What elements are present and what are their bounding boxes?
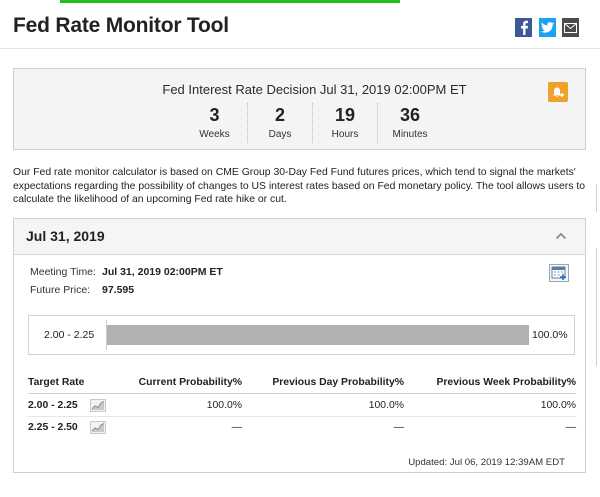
target-rate-cell: 2.00 - 2.25 <box>28 398 138 412</box>
updated-timestamp: Updated: Jul 06, 2019 12:39AM EDT <box>408 457 565 468</box>
scroll-edge <box>596 248 600 366</box>
header-divider <box>0 48 600 49</box>
countdown-days: 2 Days <box>247 103 312 143</box>
countdown-label: Days <box>268 129 292 140</box>
meeting-date-heading: Jul 31, 2019 <box>26 228 105 244</box>
current-probability-cell: 100.0% <box>206 399 242 411</box>
trend-chart-icon[interactable] <box>90 398 106 412</box>
email-share-button[interactable] <box>562 18 579 37</box>
previous-day-probability-cell: 100.0% <box>368 399 404 411</box>
bar-track <box>107 325 529 345</box>
future-price-label: Future Price: <box>30 284 91 296</box>
countdown-weeks: 3 Weeks <box>182 103 247 143</box>
target-rate-value: 2.25 - 2.50 <box>28 422 78 433</box>
probability-bar <box>107 325 529 345</box>
future-price-row: Future Price: 97.595 <box>30 284 134 296</box>
chevron-up-icon[interactable] <box>555 231 567 241</box>
tool-description: Our Fed rate monitor calculator is based… <box>13 167 585 206</box>
header-previous-week-probability: Previous Week Probability% <box>436 377 576 388</box>
countdown-value: 19 <box>334 105 356 125</box>
current-probability-cell: — <box>231 422 242 433</box>
table-row: 2.00 - 2.25 100.0% 100.0% 100.0% <box>28 394 576 416</box>
meeting-panel: Jul 31, 2019 Meeting Time: Jul 31, 2019 0… <box>13 218 586 473</box>
countdown-minutes: 36 Minutes <box>377 103 442 143</box>
trend-chart-icon[interactable] <box>90 421 106 434</box>
twitter-share-button[interactable] <box>539 18 556 37</box>
future-price-value: 97.595 <box>102 284 135 296</box>
previous-week-probability-cell: — <box>565 422 576 433</box>
meeting-time-label: Meeting Time: <box>30 266 96 278</box>
bell-plus-icon <box>552 87 564 97</box>
previous-day-probability-cell: — <box>393 422 404 433</box>
previous-week-probability-cell: 100.0% <box>540 399 576 411</box>
twitter-icon <box>541 22 554 33</box>
countdown-hours: 19 Hours <box>312 103 377 143</box>
meeting-panel-header[interactable]: Jul 31, 2019 <box>14 219 585 255</box>
facebook-share-button[interactable] <box>515 18 532 37</box>
countdown-label: Hours <box>331 129 359 140</box>
countdown-label: Minutes <box>392 129 428 140</box>
scroll-edge <box>596 184 600 212</box>
bar-range-label: 2.00 - 2.25 <box>44 329 95 341</box>
page-title: Fed Rate Monitor Tool <box>13 14 229 37</box>
header-current-probability: Current Probability% <box>138 377 242 388</box>
facebook-icon <box>520 20 528 35</box>
email-icon <box>564 22 577 33</box>
countdown-panel: Fed Interest Rate Decision Jul 31, 2019 … <box>13 68 586 150</box>
meeting-time-row: Meeting Time: Jul 31, 2019 02:00PM ET <box>30 266 223 278</box>
target-rate-cell: 2.25 - 2.50 <box>28 421 138 434</box>
countdown-value: 36 <box>399 105 421 125</box>
target-rate-value: 2.00 - 2.25 <box>28 399 78 411</box>
bar-value-label: 100.0% <box>532 329 568 341</box>
countdown-units: 3 Weeks 2 Days 19 Hours 36 Minutes <box>182 103 442 143</box>
probability-bar-chart: 2.00 - 2.25 100.0% <box>28 315 575 355</box>
probability-table: Target Rate Current Probability% Previou… <box>28 376 576 438</box>
top-accent-line <box>60 0 400 3</box>
countdown-title: Fed Interest Rate Decision Jul 31, 2019 … <box>162 82 467 97</box>
header-target-rate: Target Rate <box>28 377 85 388</box>
table-row: 2.25 - 2.50 — — — <box>28 416 576 438</box>
countdown-label: Weeks <box>199 129 230 140</box>
meeting-time-value: Jul 31, 2019 02:00PM ET <box>102 266 223 278</box>
add-to-calendar-icon[interactable] <box>549 264 569 282</box>
add-alert-button[interactable] <box>548 82 568 102</box>
header-previous-day-probability: Previous Day Probability% <box>272 377 404 388</box>
countdown-value: 3 <box>209 105 220 125</box>
table-header: Target Rate Current Probability% Previou… <box>28 376 576 394</box>
countdown-value: 2 <box>274 105 285 125</box>
